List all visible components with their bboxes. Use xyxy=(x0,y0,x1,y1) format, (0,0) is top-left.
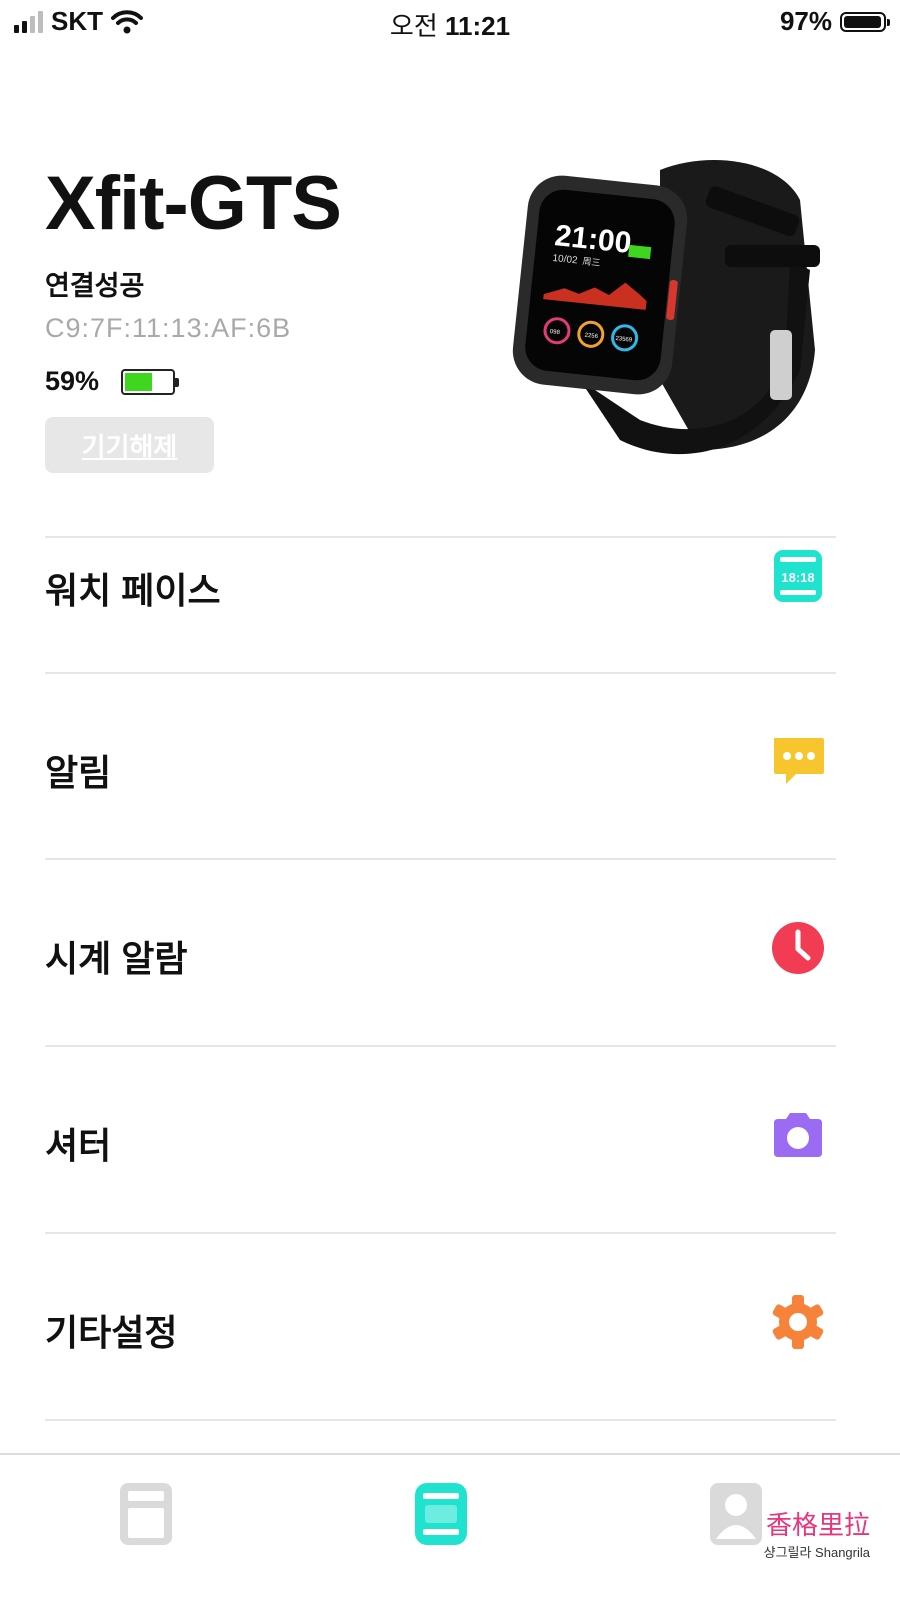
clock-icon xyxy=(772,922,824,974)
battery-percent: 97% xyxy=(779,6,832,36)
watermark: 香格里拉 샹그릴라 Shangrila xyxy=(764,1505,870,1561)
status-right: 97% xyxy=(779,6,890,37)
device-battery-percent: 59% xyxy=(45,366,100,396)
dashboard-icon xyxy=(120,1483,172,1545)
tab-device[interactable] xyxy=(413,1481,469,1547)
message-icon xyxy=(774,738,824,784)
status-bar: SKT 오전 11:21 97% xyxy=(0,0,900,46)
device-battery: 59% xyxy=(45,366,180,397)
gear-icon xyxy=(772,1295,824,1349)
device-battery-fill xyxy=(125,372,153,391)
divider xyxy=(45,1419,836,1421)
status-time: 오전 11:21 xyxy=(0,6,900,43)
tab-profile[interactable] xyxy=(708,1481,764,1547)
watch-image: 21:00 10/02 周三 098 2256 23569 xyxy=(512,160,820,455)
menu-item-other-settings[interactable]: 기타설정 xyxy=(45,1234,836,1419)
watch-icon xyxy=(415,1483,467,1545)
menu-item-watch-face[interactable]: 워치 페이스 18:18 xyxy=(45,538,836,672)
device-name: Xfit-GTS xyxy=(45,161,342,246)
camera-icon xyxy=(774,1113,822,1157)
watermark-subtitle: 샹그릴라 Shangrila xyxy=(763,1545,870,1560)
mac-address: C9:7F:11:13:AF:6B xyxy=(45,313,292,343)
watch-face-icon-text: 18:18 xyxy=(781,570,814,585)
menu-item-label: 워치 페이스 xyxy=(45,570,221,611)
watch-face-icon: 18:18 xyxy=(774,550,822,602)
menu-item-notifications[interactable]: 알림 xyxy=(45,674,836,858)
battery-icon xyxy=(840,11,890,32)
device-battery-icon xyxy=(121,368,180,395)
menu-item-shutter[interactable]: 셔터 xyxy=(45,1047,836,1232)
time-value: 11:21 xyxy=(445,11,511,41)
user-icon xyxy=(710,1483,762,1545)
menu-item-label: 알림 xyxy=(45,752,112,793)
menu-item-label: 기타설정 xyxy=(45,1312,178,1353)
settings-menu: 워치 페이스 18:18 알림 시계 알람 셔터 기타설정 xyxy=(45,536,836,1421)
tab-data[interactable] xyxy=(118,1481,174,1547)
menu-item-label: 셔터 xyxy=(45,1125,112,1166)
menu-item-label: 시계 알람 xyxy=(45,938,188,979)
menu-item-alarm[interactable]: 시계 알람 xyxy=(45,860,836,1045)
unpair-button[interactable]: 기기해제 xyxy=(45,417,214,473)
connection-status: 연결성공 xyxy=(45,271,145,301)
watermark-text: 香格里拉 xyxy=(765,1511,870,1541)
watch-stat-1: 098 xyxy=(549,329,560,336)
watch-weekday: 周三 xyxy=(582,256,601,269)
watermark-chinese: 香格里拉 xyxy=(764,1505,870,1542)
time-prefix: 오전 xyxy=(389,11,438,41)
